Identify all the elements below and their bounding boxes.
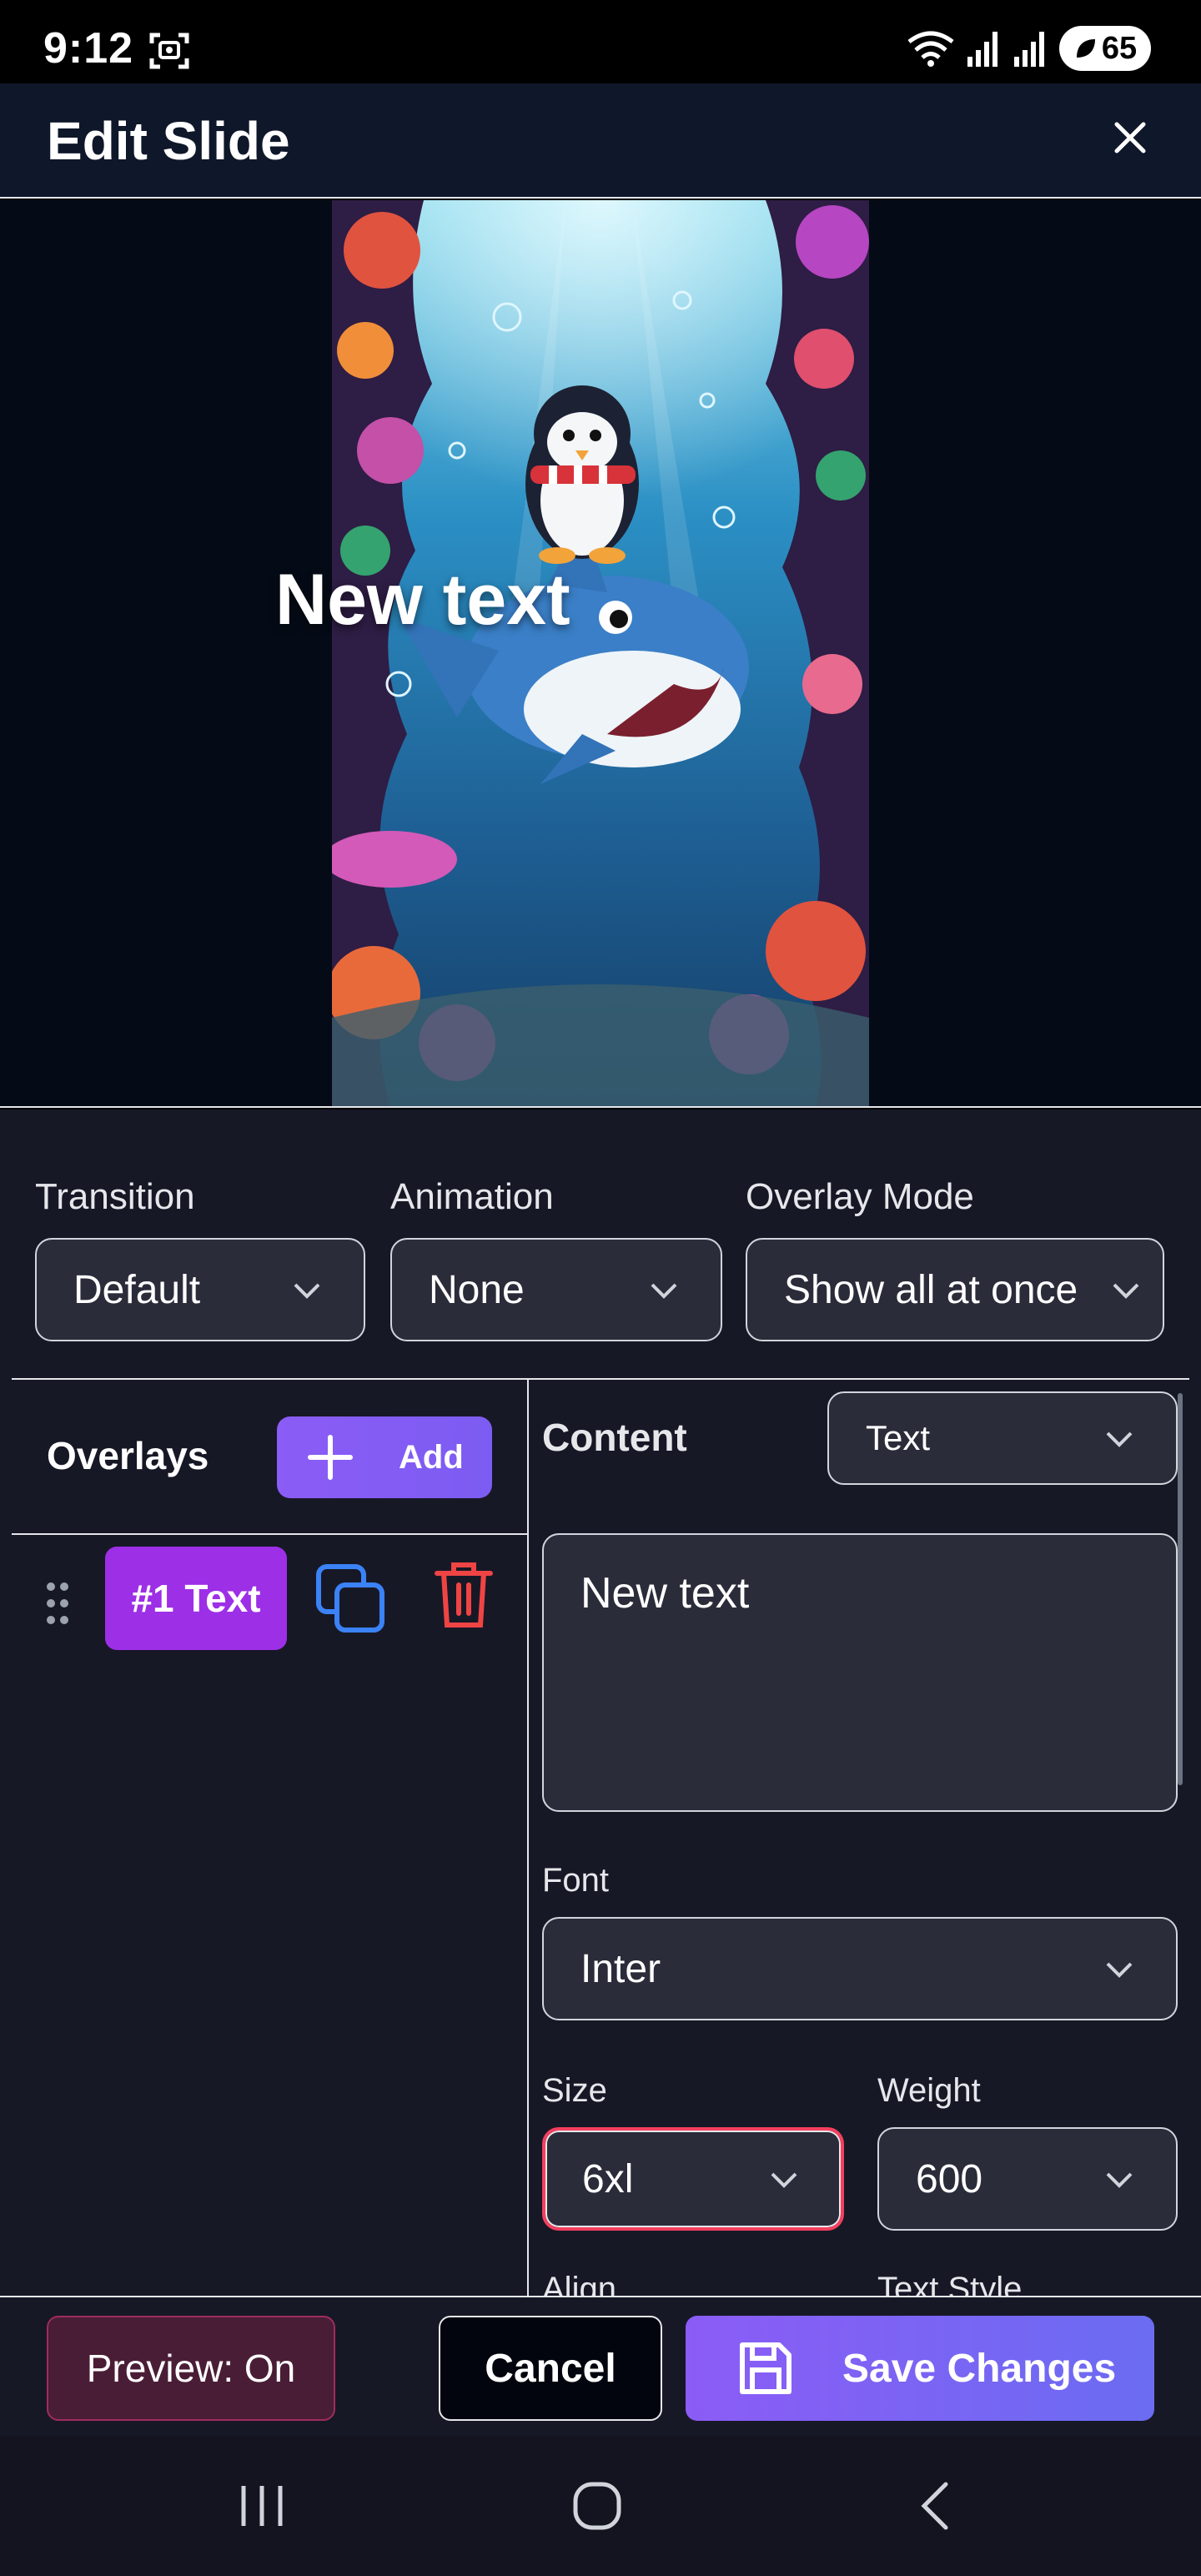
chevron-down-icon: [1106, 1431, 1133, 1447]
recent-apps-button[interactable]: [229, 2473, 295, 2539]
scrollbar[interactable]: [1178, 1393, 1183, 1785]
preview-toggle-button[interactable]: Preview: On: [47, 2316, 335, 2421]
screenshot-icon: [149, 33, 189, 69]
content-type-select[interactable]: Text: [827, 1391, 1178, 1485]
status-time: 9:12: [43, 24, 134, 73]
size-select[interactable]: 6xl: [542, 2127, 844, 2231]
recent-apps-icon: [241, 2486, 283, 2526]
animation-value: None: [429, 1267, 525, 1312]
signal-icon: [967, 32, 997, 67]
divider: [12, 1378, 1189, 1380]
editor-panel: Transition Default Animation None Overla…: [0, 1109, 1201, 2296]
column-divider: [527, 1380, 529, 2296]
size-label: Size: [542, 2072, 607, 2109]
size-value: 6xl: [582, 2156, 634, 2201]
overlay-mode-select[interactable]: Show all at once: [746, 1238, 1164, 1341]
trash-icon[interactable]: [434, 1560, 494, 1630]
cancel-button[interactable]: Cancel: [439, 2316, 662, 2421]
wifi-icon: [907, 31, 954, 67]
weight-label: Weight: [877, 2072, 981, 2109]
chevron-down-icon: [651, 1283, 677, 1299]
animation-select[interactable]: None: [390, 1238, 722, 1341]
plus-icon: [308, 1435, 353, 1480]
slide-overlay-text[interactable]: New text: [275, 559, 570, 641]
battery-level: 65: [1101, 30, 1138, 66]
signal-icon: [1014, 32, 1044, 67]
chevron-down-icon: [294, 1283, 320, 1299]
battery-saver-icon: [1076, 39, 1095, 58]
font-label: Font: [542, 1862, 610, 1899]
animation-label: Animation: [390, 1176, 554, 1217]
action-bar: Preview: On Cancel Save Changes: [0, 2296, 1201, 2436]
font-select[interactable]: Inter: [542, 1917, 1178, 2020]
content-type-value: Text: [866, 1418, 931, 1457]
drag-handle-icon[interactable]: [45, 1580, 70, 1627]
transition-select[interactable]: Default: [35, 1238, 365, 1341]
overlay-item[interactable]: #1 Text: [105, 1547, 287, 1650]
font-value: Inter: [580, 1946, 661, 1991]
overlay-mode-value: Show all at once: [784, 1267, 1078, 1312]
home-icon: [573, 2482, 621, 2530]
chevron-down-icon: [1106, 1962, 1133, 1978]
home-button[interactable]: [564, 2473, 631, 2539]
divider: [12, 1533, 527, 1535]
text-style-label: Text Style: [877, 2271, 1023, 2296]
close-button[interactable]: [1101, 108, 1159, 167]
back-button[interactable]: [901, 2473, 967, 2539]
weight-value: 600: [916, 2156, 983, 2201]
add-overlay-label: Add: [399, 1438, 464, 1476]
save-icon: [740, 2342, 791, 2394]
status-icons: 65: [907, 25, 1151, 72]
content-label: Content: [542, 1416, 687, 1459]
transition-label: Transition: [35, 1176, 195, 1217]
page-title: Edit Slide: [47, 111, 290, 171]
slide-preview: New text: [0, 200, 1201, 1108]
status-bar: 9:12 65: [0, 0, 1201, 83]
battery-indicator: 65: [1059, 26, 1151, 71]
align-label: Align: [542, 2271, 616, 2296]
weight-select[interactable]: 600: [877, 2127, 1178, 2231]
overlays-title: Overlays: [47, 1434, 209, 1477]
overlay-mode-label: Overlay Mode: [746, 1176, 974, 1217]
chevron-down-icon: [771, 2172, 797, 2188]
add-overlay-button[interactable]: Add: [277, 1416, 492, 1498]
copy-icon[interactable]: [315, 1563, 385, 1633]
chevron-down-icon: [1113, 1283, 1139, 1299]
system-nav-bar: [0, 2436, 1201, 2576]
save-changes-label: Save Changes: [842, 2346, 1117, 2391]
close-icon: [1114, 122, 1146, 153]
slide-image: [332, 200, 869, 1106]
transition-value: Default: [73, 1267, 201, 1312]
save-changes-button[interactable]: Save Changes: [686, 2316, 1154, 2421]
overlay-text-input[interactable]: New text: [542, 1533, 1178, 1812]
back-icon: [921, 2482, 948, 2530]
header: Edit Slide: [0, 83, 1201, 199]
chevron-down-icon: [1106, 2172, 1133, 2188]
